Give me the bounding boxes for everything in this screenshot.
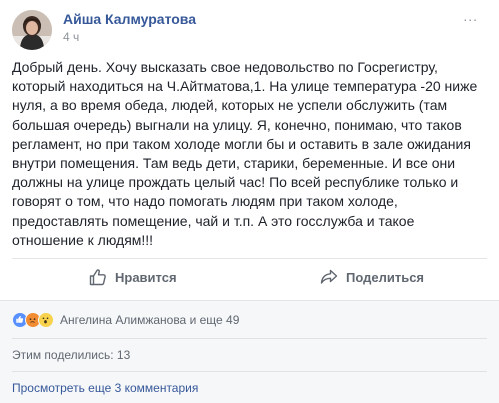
post-author-name[interactable]: Айша Калмуратова (63, 11, 196, 27)
share-button[interactable]: Поделиться (320, 266, 424, 288)
avatar-image (12, 10, 52, 50)
wow-icon (38, 312, 54, 328)
shares-count[interactable]: Этим поделились: 13 (12, 348, 130, 362)
author-avatar[interactable] (12, 10, 52, 50)
thumbs-up-icon (89, 269, 106, 286)
share-label: Поделиться (346, 269, 425, 285)
like-label: Нравится (115, 269, 177, 285)
actions-divider (12, 258, 487, 259)
post-timestamp[interactable]: 4 ч (63, 30, 79, 44)
footer-divider (12, 371, 487, 372)
footer-divider (12, 338, 487, 339)
reactions-summary[interactable]: Ангелина Алимжанова и еще 49 (12, 310, 239, 330)
view-more-comments-link[interactable]: Просмотреть еще 3 комментария (12, 381, 198, 395)
post-options-button[interactable]: ... (463, 8, 478, 24)
post-body-text: Добрый день. Хочу высказать свое недовол… (12, 59, 478, 248)
reaction-names[interactable]: Ангелина Алимжанова и еще 49 (60, 313, 239, 327)
like-button[interactable]: Нравится (89, 266, 177, 288)
post-header: Айша Калмуратова 4 ч ... (12, 8, 482, 50)
share-arrow-icon (320, 269, 338, 284)
